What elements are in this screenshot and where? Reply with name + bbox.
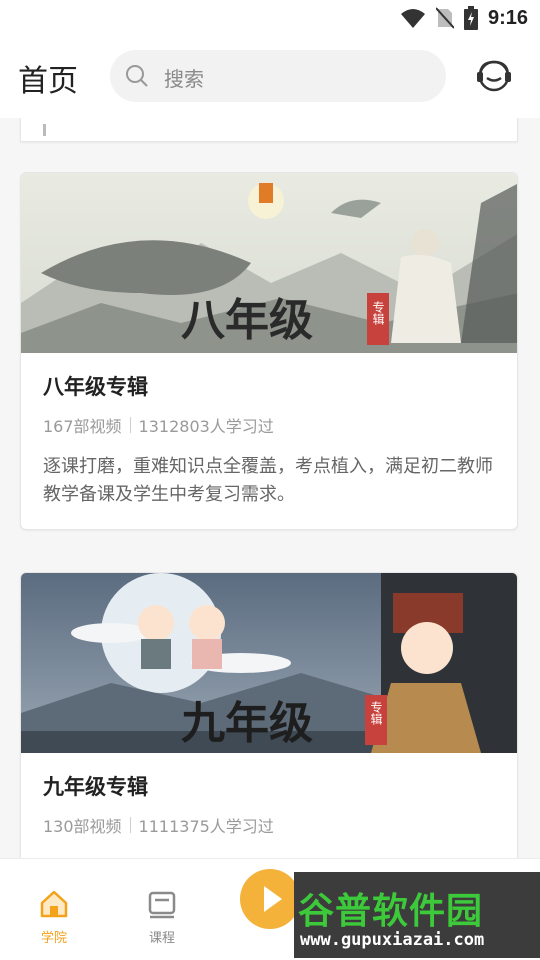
album-card-grade8[interactable]: 八年级 专辑 八年级专辑 167部视频 1312803人学习过 逐课打磨，重难知…	[20, 172, 518, 530]
course-icon	[148, 891, 176, 919]
tab-label: 学院	[40, 931, 67, 946]
page-title: 首页	[18, 64, 78, 99]
album-card-grade9[interactable]: 九年级 专辑 九年级专辑 130部视频 1111375人学习过	[20, 572, 518, 858]
video-count: 130部视频	[43, 817, 122, 836]
learner-count: 1111375人学习过	[138, 817, 274, 836]
status-bar: 9:16	[0, 0, 540, 36]
play-icon	[264, 886, 282, 912]
card-body: 八年级专辑 167部视频 1312803人学习过 逐课打磨，重难知识点全覆盖，考…	[21, 353, 517, 529]
card-body: 九年级专辑 130部视频 1111375人学习过	[21, 753, 517, 857]
banner-title-grade9: 九年级	[181, 698, 313, 749]
home-icon	[40, 890, 68, 918]
battery-charging-icon	[463, 6, 478, 30]
meta-divider	[129, 417, 131, 433]
card-meta: 130部视频 1111375人学习过	[43, 813, 495, 837]
search-input[interactable]: 搜索	[110, 50, 446, 102]
content-feed[interactable]: 八年级 专辑 八年级专辑 167部视频 1312803人学习过 逐课打磨，重难知…	[0, 118, 540, 858]
card-title: 八年级专辑	[43, 375, 148, 399]
tab-academy[interactable]: 学院	[24, 889, 84, 946]
learner-count: 1312803人学习过	[138, 417, 274, 436]
card-description: 逐课打磨，重难知识点全覆盖，考点植入，满足初二教师教学备课及学生中考复习需求。	[43, 456, 493, 505]
wifi-icon	[400, 9, 425, 28]
play-button[interactable]	[240, 869, 300, 929]
cartoon-illustration: 九年级 专辑	[21, 573, 517, 753]
card-meta: 167部视频 1312803人学习过	[43, 413, 495, 437]
watermark-logo: 谷普软件园	[298, 891, 484, 932]
video-count: 167部视频	[43, 417, 122, 436]
header: 首页 搜索	[0, 36, 540, 118]
status-time: 9:16	[487, 6, 528, 29]
banner-image-grade8: 八年级 专辑	[21, 173, 517, 353]
search-icon	[126, 65, 148, 87]
banner-title-grade8: 八年级	[181, 295, 313, 346]
no-sim-icon	[435, 7, 454, 29]
status-icons: 9:16	[400, 6, 528, 30]
banner-tag-grade9: 专辑	[369, 700, 383, 725]
watermark: 谷普软件园 www.gupuxiazai.com	[294, 872, 540, 958]
customer-service-icon[interactable]	[474, 56, 514, 96]
card-edge-mark	[43, 124, 46, 136]
ink-painting-illustration: 八年级 专辑	[21, 173, 517, 353]
previous-card-bottom[interactable]	[20, 118, 518, 142]
tab-label: 课程	[148, 931, 175, 946]
banner-image-grade9: 九年级 专辑	[21, 573, 517, 753]
meta-divider	[129, 817, 131, 833]
search-placeholder: 搜索	[164, 67, 204, 91]
card-title: 九年级专辑	[43, 775, 148, 799]
tab-courses[interactable]: 课程	[132, 889, 192, 946]
watermark-url: www.gupuxiazai.com	[300, 930, 485, 950]
banner-tag-grade8: 专辑	[371, 300, 385, 325]
